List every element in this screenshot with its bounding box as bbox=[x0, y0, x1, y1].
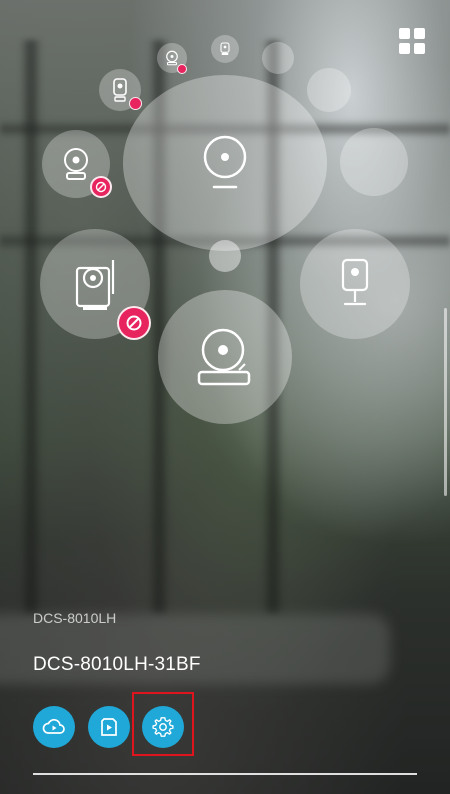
sd-play-icon bbox=[101, 718, 117, 736]
camera-bubble-right[interactable] bbox=[300, 229, 410, 339]
offline-badge bbox=[117, 306, 151, 340]
camera-icon bbox=[75, 260, 115, 310]
camera-bubble-empty-3[interactable] bbox=[340, 128, 408, 196]
offline-badge bbox=[90, 176, 112, 198]
camera-icon bbox=[197, 328, 251, 386]
camera-bubble-selected[interactable] bbox=[158, 290, 292, 424]
cloud-playback-button[interactable] bbox=[33, 706, 75, 748]
offline-badge bbox=[177, 64, 187, 74]
camera-icon bbox=[64, 148, 88, 180]
device-name: DCS-8010LH-31BF bbox=[33, 654, 201, 675]
device-model: DCS-8010LH bbox=[33, 610, 117, 626]
camera-icon bbox=[220, 42, 230, 55]
settings-highlight-box bbox=[132, 692, 194, 756]
scrollbar[interactable] bbox=[444, 308, 447, 496]
grid-view-button[interactable] bbox=[399, 28, 425, 54]
bottom-divider bbox=[33, 773, 417, 775]
camera-bubble-empty-1[interactable] bbox=[262, 42, 294, 74]
cloud-play-icon bbox=[42, 718, 65, 734]
camera-bubble-empty-2[interactable] bbox=[307, 68, 351, 112]
camera-icon bbox=[341, 258, 369, 306]
local-playback-button[interactable] bbox=[88, 706, 130, 748]
camera-icon bbox=[113, 78, 127, 102]
camera-bubble-tiny-2[interactable] bbox=[211, 35, 239, 63]
offline-badge bbox=[129, 97, 142, 110]
camera-icon bbox=[203, 135, 247, 189]
camera-bubble-dot[interactable] bbox=[209, 240, 241, 272]
camera-bubble-large[interactable] bbox=[123, 75, 327, 251]
